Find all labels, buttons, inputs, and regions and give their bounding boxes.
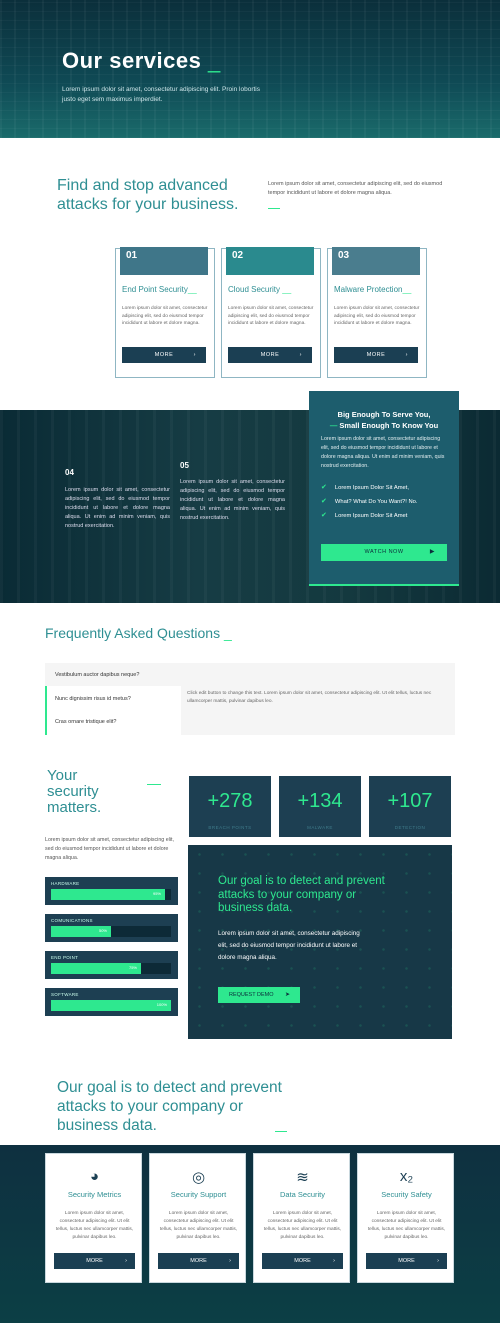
- faq-question[interactable]: Nunc dignissim risus id metus?: [55, 696, 131, 702]
- check-item: ✔ Lorem Ipsum Dolor Sit Amet: [321, 512, 408, 519]
- service-text: Lorem ipsum dolor sit amet, consectetur …: [122, 306, 208, 326]
- service-text: Lorem ipsum dolor sit amet, consectetur …: [334, 306, 420, 326]
- service-card-malware: 03 Malware Protection__ Lorem ipsum dolo…: [327, 247, 427, 378]
- feature-number: 04: [65, 468, 74, 477]
- faq-question[interactable]: Vestibulum auctor dapibus neque?: [55, 672, 139, 678]
- service-number: 03: [332, 247, 420, 275]
- progress-fill: 95%: [51, 889, 165, 900]
- hero-subtitle: Lorem ipsum dolor sit amet, consectetur …: [62, 86, 260, 103]
- progress-hardware: HARDWARE 95%: [45, 877, 178, 905]
- chevron-right-icon: ›: [125, 1258, 127, 1264]
- more-button[interactable]: MORE ›: [228, 347, 312, 363]
- dashboard-icon: ◕: [89, 1168, 100, 1185]
- feature-title: Data Security: [279, 1190, 326, 1199]
- service-card-cloud: 02 Cloud Security __ Lorem ipsum dolor s…: [221, 247, 321, 378]
- chevron-right-icon: ›: [333, 1258, 335, 1264]
- faq-answer: Click edit button to change this text. L…: [187, 691, 432, 704]
- progress-fill: 100%: [51, 1000, 171, 1011]
- chevron-right-icon: ›: [229, 1258, 231, 1264]
- service-title: Cloud Security __: [228, 285, 292, 294]
- stack-icon: ≋: [296, 1169, 309, 1186]
- feature-card-data: ≋ Data Security Lorem ipsum dolor sit am…: [253, 1153, 350, 1283]
- more-button[interactable]: MORE ›: [158, 1253, 239, 1269]
- feature-card-safety: x₂ Security Safety Lorem ipsum dolor sit…: [357, 1153, 454, 1283]
- send-icon: ➤: [284, 992, 290, 998]
- feature-text: Lorem ipsum dolor sit amet, consectetur …: [180, 479, 285, 521]
- feature-card-support: ◎ Security Support Lorem ipsum dolor sit…: [149, 1153, 246, 1283]
- highlight-card: Big Enough To Serve You, — Small Enough …: [309, 391, 459, 586]
- service-number: 01: [120, 247, 208, 275]
- chevron-right-icon: ›: [437, 1258, 439, 1264]
- feature-text: Lorem ipsum dolor sit amet, consectetur …: [263, 1211, 342, 1240]
- page-title: Our services _: [62, 48, 221, 73]
- feature-card-metrics: ◕ Security Metrics Lorem ipsum dolor sit…: [45, 1153, 142, 1283]
- service-number: 02: [226, 247, 314, 275]
- security-heading: Your security matters.: [47, 767, 102, 816]
- more-button[interactable]: MORE ›: [334, 347, 418, 363]
- intro-heading: Find and stop advanced attacks for your …: [57, 177, 239, 213]
- more-button[interactable]: MORE ›: [122, 347, 206, 363]
- check-icon: ✔: [321, 512, 327, 519]
- bottom-heading: Our goal is to detect and prevent attack…: [57, 1079, 282, 1134]
- chevron-right-icon: ›: [299, 352, 302, 358]
- feature-text: Lorem ipsum dolor sit amet, consectetur …: [159, 1211, 238, 1240]
- stat-detection: +107 DETECTION: [369, 776, 451, 837]
- lifebuoy-icon: ◎: [191, 1169, 206, 1186]
- check-icon: ✔: [321, 498, 327, 505]
- chevron-right-icon: ›: [405, 352, 408, 358]
- goal-card: Our goal is to detect and prevent attack…: [188, 845, 452, 1039]
- progress-software: SOFTWARE 100%: [45, 988, 178, 1016]
- check-item: ✔ What? What Do You Want?! No.: [321, 498, 418, 505]
- highlight-card-text: Lorem ipsum dolor sit amet, consectetur …: [321, 436, 445, 469]
- progress-communications: COMUNICATIONS 50%: [45, 914, 178, 942]
- more-button[interactable]: MORE ›: [366, 1253, 447, 1269]
- feature-text: Lorem ipsum dolor sit amet, consectetur …: [55, 1211, 134, 1240]
- service-title: Malware Protection__: [334, 285, 412, 294]
- more-button[interactable]: MORE ›: [262, 1253, 343, 1269]
- stat-breach-points: +278 BREACH POINTS: [189, 776, 271, 837]
- faq-question[interactable]: Cras ornare tristique elit?: [55, 719, 116, 725]
- subscript-icon: x₂: [399, 1168, 414, 1185]
- accent-dash: [147, 784, 161, 785]
- accent-dash: [275, 1131, 287, 1132]
- feature-text: Lorem ipsum dolor sit amet, consectetur …: [367, 1211, 446, 1240]
- security-text: Lorem ipsum dolor sit amet, consectetur …: [45, 837, 174, 861]
- service-title: End Point Security__: [122, 285, 197, 294]
- service-text: Lorem ipsum dolor sit amet, consectetur …: [228, 306, 314, 326]
- progress-fill: 75%: [51, 963, 141, 974]
- goal-title: Our goal is to detect and prevent attack…: [218, 875, 385, 914]
- feature-title: Security Safety: [381, 1190, 432, 1199]
- feature-title: Security Metrics: [67, 1190, 122, 1199]
- chevron-right-icon: ›: [193, 352, 196, 358]
- check-icon: ✔: [321, 484, 327, 491]
- goal-text: Lorem ipsum dolor sit amet, consectetur …: [218, 930, 360, 961]
- accent-dash: [268, 208, 280, 209]
- watch-now-button[interactable]: WATCH NOW ▶: [321, 544, 447, 561]
- intro-text: Lorem ipsum dolor sit amet, consectetur …: [268, 181, 443, 196]
- service-card-endpoint: 01 End Point Security__ Lorem ipsum dolo…: [115, 247, 215, 378]
- progress-fill: 50%: [51, 926, 111, 937]
- request-demo-button[interactable]: REQUEST DEMO ➤: [218, 987, 300, 1003]
- highlight-card-title: Big Enough To Serve You, — Small Enough …: [329, 410, 439, 430]
- progress-endpoint: END POINT 75%: [45, 951, 178, 979]
- more-button[interactable]: MORE ›: [54, 1253, 135, 1269]
- faq-heading: Frequently Asked Questions _: [45, 625, 232, 641]
- feature-number: 05: [180, 461, 189, 470]
- stat-malware: +134 MALWARE: [279, 776, 361, 837]
- check-item: ✔ Lorem Ipsum Dolor Sit Amet,: [321, 484, 409, 491]
- play-icon: ▶: [429, 549, 435, 555]
- feature-title: Security Support: [170, 1190, 227, 1199]
- feature-text: Lorem ipsum dolor sit amet, consectetur …: [65, 487, 170, 529]
